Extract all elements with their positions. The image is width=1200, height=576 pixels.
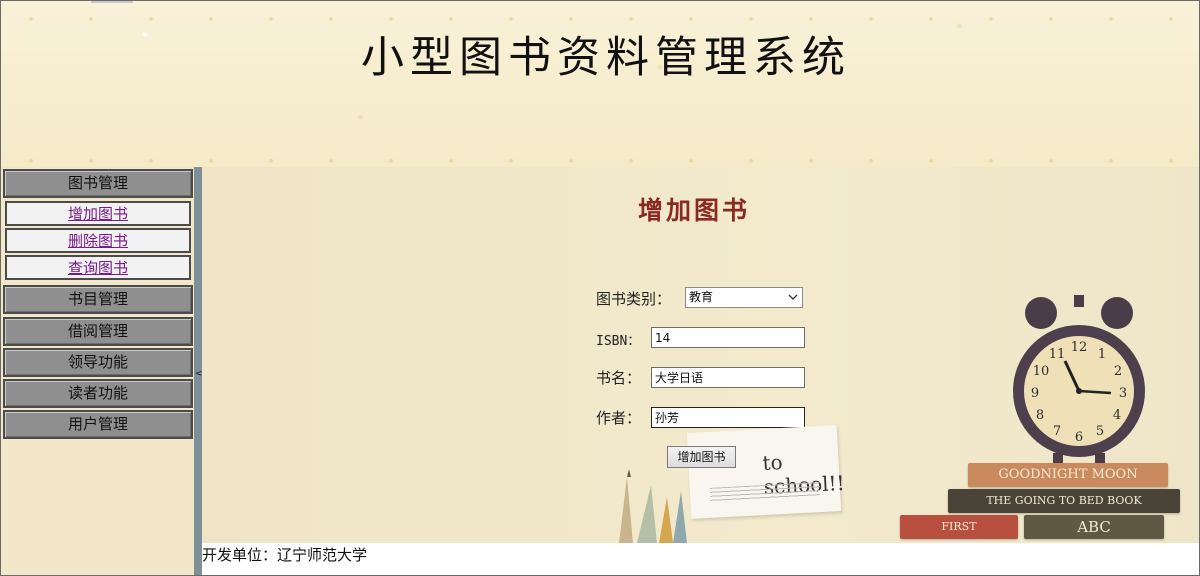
page-title: 增加图书 [638, 196, 751, 225]
svg-text:8: 8 [1036, 408, 1044, 423]
sidebar-subitem-delete-book[interactable]: 删除图书 [5, 228, 191, 253]
book-title-field[interactable] [651, 367, 805, 388]
svg-text:4: 4 [1113, 408, 1121, 423]
isbn-label: ISBN： [596, 334, 641, 349]
sidebar-subitem-query-book[interactable]: 查询图书 [5, 255, 191, 280]
footer: 开发单位：辽宁师范大学 [202, 543, 1199, 575]
books-stack-illustration: GOODNIGHT MOON THE GOING TO BED BOOK ABC… [896, 461, 1186, 543]
header-banner: 小型图书资料管理系统 [1, 1, 1199, 168]
svg-text:2: 2 [1114, 364, 1122, 379]
sidebar-subitem-add-book[interactable]: 增加图书 [5, 201, 191, 226]
banner-decoration-top [1, 15, 1199, 23]
book-going-to-bed: THE GOING TO BED BOOK [948, 489, 1180, 513]
title-label: 书名： [596, 369, 642, 387]
sidebar-item-borrow-management[interactable]: 借阅管理 [3, 317, 193, 346]
sidebar-item-book-management[interactable]: 图书管理 [3, 169, 193, 198]
svg-text:6: 6 [1075, 430, 1083, 445]
chevron-down-icon [788, 294, 798, 300]
school-note-illustration: to school!! [686, 425, 845, 519]
svg-text:11: 11 [1049, 347, 1066, 362]
pencils-icon [619, 469, 687, 543]
svg-text:7: 7 [1053, 424, 1061, 439]
category-select[interactable]: 教育 [685, 287, 803, 308]
alarm-clock-icon: 12 1 2 3 4 5 6 7 8 9 10 11 [1013, 295, 1145, 463]
svg-text:9: 9 [1031, 386, 1039, 401]
add-book-button[interactable]: 增加图书 [667, 446, 736, 468]
category-select-value: 教育 [689, 290, 714, 304]
banner-decoration-bottom [1, 157, 1199, 165]
app-title: 小型图书资料管理系统 [361, 33, 851, 83]
author-label: 作者： [596, 409, 642, 427]
sidebar-collapse-strip[interactable]: < [194, 167, 203, 575]
svg-text:1: 1 [1098, 347, 1106, 362]
author-field[interactable] [651, 407, 805, 428]
sidebar-item-reader-functions[interactable]: 读者功能 [3, 379, 193, 408]
app-window: 小型图书资料管理系统 图书管理 增加图书 删除图书 查询图书 书目管理 借阅管理… [0, 0, 1200, 576]
svg-text:3: 3 [1119, 386, 1127, 401]
book-goodnight-moon: GOODNIGHT MOON [968, 463, 1168, 487]
sidebar-item-leader-functions[interactable]: 领导功能 [3, 348, 193, 377]
svg-text:10: 10 [1033, 364, 1050, 379]
svg-text:12: 12 [1071, 340, 1088, 355]
developer-info: 开发单位：辽宁师范大学 [202, 546, 368, 564]
note-lines [709, 482, 821, 502]
book-first: FIRST [900, 515, 1018, 539]
category-label: 图书类别： [596, 290, 672, 308]
main-content: 增加图书 图书类别： 教育 ISBN： 书名： 作者： 增加图书 to scho… [202, 167, 1199, 543]
svg-text:5: 5 [1096, 424, 1104, 439]
sidebar-item-user-management[interactable]: 用户管理 [3, 410, 193, 439]
isbn-field[interactable] [651, 327, 805, 348]
sidebar-item-catalog-management[interactable]: 书目管理 [3, 285, 193, 314]
top-edge-tab [91, 1, 133, 3]
book-abc: ABC [1024, 515, 1164, 539]
